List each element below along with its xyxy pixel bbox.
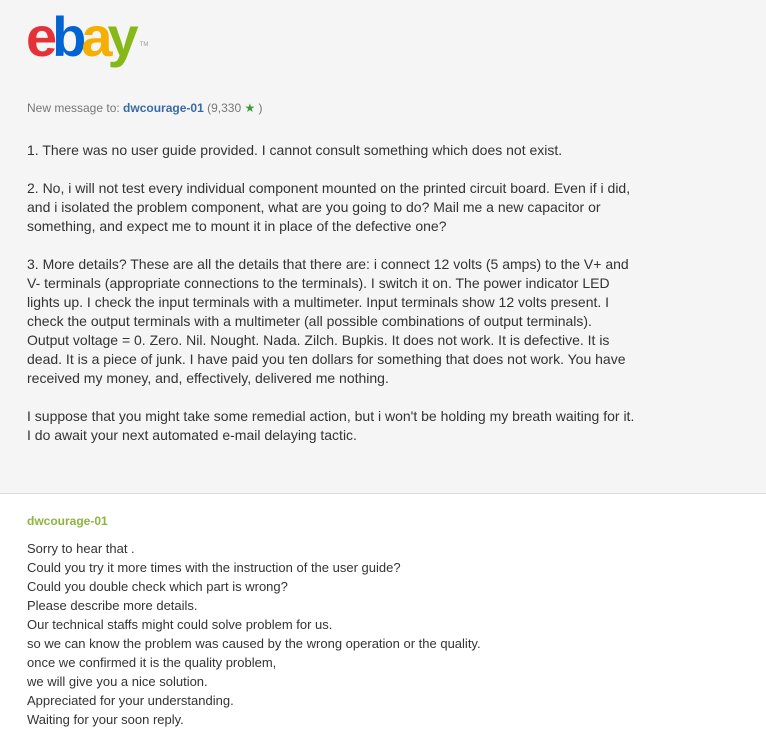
reply-line: Appreciated for your understanding.	[27, 693, 234, 708]
logo-letter-b: b	[52, 5, 86, 68]
logo-letter-y: y	[107, 5, 139, 68]
feedback-open: (9,330	[207, 101, 245, 115]
message-paragraph: 1. There was no user guide provided. I c…	[27, 142, 563, 158]
message-paragraph: 2. No, i will not test every individual …	[27, 180, 631, 234]
ebay-logo[interactable]: ebay TM	[26, 9, 148, 73]
recipient-line: New message to: dwcourage-01 (9,330 ★ )	[27, 101, 263, 115]
reply-line: Waiting for your soon reply.	[27, 712, 184, 727]
reply-body: Sorry to hear that . Could you try it mo…	[27, 539, 727, 729]
reply-line: so we can know the problem was caused by…	[27, 636, 481, 651]
recipient-link[interactable]: dwcourage-01	[123, 101, 204, 115]
reply-line: Could you double check which part is wro…	[27, 579, 288, 594]
logo-letter-a: a	[81, 5, 112, 68]
logo-letter-e: e	[26, 5, 57, 68]
star-icon: ★	[244, 101, 256, 115]
message-paragraph: I suppose that you might take some remed…	[27, 408, 635, 443]
sent-message-panel: ebay TM New message to: dwcourage-01 (9,3…	[0, 0, 766, 494]
reply-line: Could you try it more times with the ins…	[27, 560, 401, 575]
reply-sender[interactable]: dwcourage-01	[27, 514, 108, 528]
recipient-prefix: New message to:	[27, 101, 124, 115]
reply-line: Please describe more details.	[27, 598, 198, 613]
reply-line: we will give you a nice solution.	[27, 674, 208, 689]
reply-line: Our technical staffs might could solve p…	[27, 617, 333, 632]
trademark: TM	[139, 42, 149, 48]
reply-line: once we confirmed it is the quality prob…	[27, 655, 277, 670]
feedback-close: )	[255, 101, 263, 115]
message-body: 1. There was no user guide provided. I c…	[27, 141, 637, 464]
reply-line: Sorry to hear that .	[27, 541, 135, 556]
message-paragraph: 3. More details? These are all the detai…	[27, 256, 629, 386]
